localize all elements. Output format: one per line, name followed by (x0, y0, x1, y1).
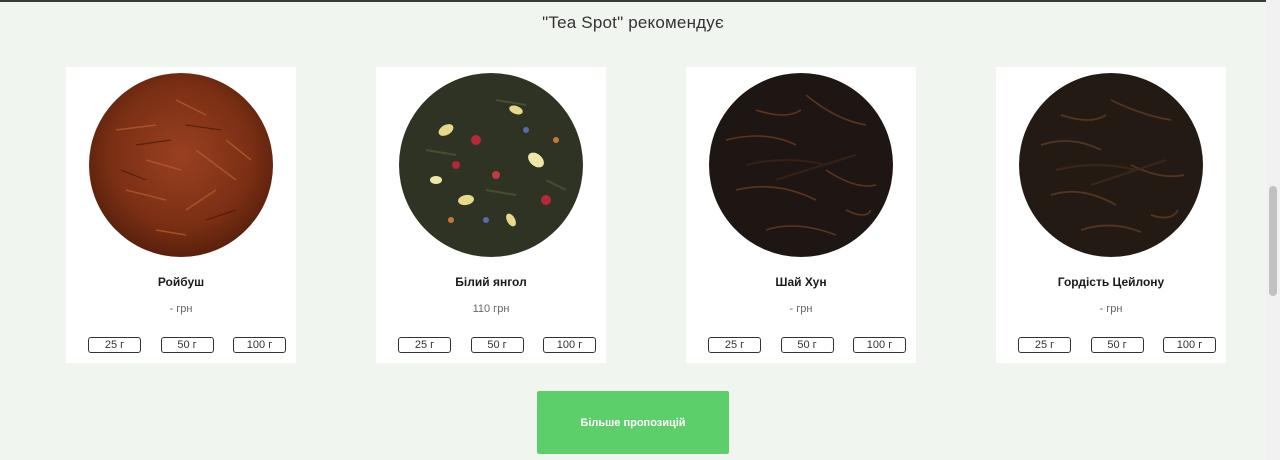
weight-option-25g[interactable]: 25 г (88, 337, 141, 353)
weight-option-50g[interactable]: 50 г (160, 337, 214, 353)
more-offers-button[interactable]: Більше пропозицій (537, 391, 729, 454)
weight-options: 25 г 50 г 100 г (88, 337, 286, 353)
scrollbar[interactable] (1266, 0, 1280, 460)
product-name[interactable]: Шай Хун (686, 275, 916, 289)
product-card[interactable]: Шай Хун - грн 25 г 50 г 100 г (686, 67, 916, 363)
weight-option-50g[interactable]: 50 г (1090, 337, 1144, 353)
weight-option-50g[interactable]: 50 г (780, 337, 834, 353)
product-name[interactable]: Ройбуш (66, 275, 296, 289)
weight-options: 25 г 50 г 100 г (398, 337, 596, 353)
weight-option-25g[interactable]: 25 г (398, 337, 451, 353)
black-tea-image[interactable] (706, 70, 896, 260)
ceylon-tea-image[interactable] (1016, 70, 1206, 260)
product-price: 110 грн (472, 303, 510, 315)
top-divider (0, 0, 1266, 2)
flower-tea-blend-image[interactable] (396, 70, 586, 260)
weight-options: 25 г 50 г 100 г (1018, 337, 1216, 353)
weight-option-100g[interactable]: 100 г (853, 337, 906, 353)
weight-option-100g[interactable]: 100 г (233, 337, 286, 353)
weight-option-50g[interactable]: 50 г (470, 337, 524, 353)
weight-options: 25 г 50 г 100 г (708, 337, 906, 353)
product-card[interactable]: Ройбуш - грн 25 г 50 г 100 г (66, 67, 296, 363)
scrollbar-thumb[interactable] (1269, 186, 1277, 296)
weight-option-25g[interactable]: 25 г (708, 337, 761, 353)
section-title: "Tea Spot" рекомендує (542, 13, 724, 32)
product-card[interactable]: Білий янгол 110 грн 25 г 50 г 100 г (376, 67, 606, 363)
weight-option-100g[interactable]: 100 г (543, 337, 596, 353)
product-price: - грн (789, 303, 813, 315)
product-price: - грн (1099, 303, 1123, 315)
product-card[interactable]: Гордість Цейлону - грн 25 г 50 г 100 г (996, 67, 1226, 363)
rooibos-tea-image[interactable] (86, 70, 276, 260)
weight-option-100g[interactable]: 100 г (1163, 337, 1216, 353)
weight-option-25g[interactable]: 25 г (1018, 337, 1071, 353)
product-price: - грн (169, 303, 193, 315)
product-name[interactable]: Білий янгол (376, 275, 606, 289)
product-name[interactable]: Гордість Цейлону (996, 275, 1226, 289)
